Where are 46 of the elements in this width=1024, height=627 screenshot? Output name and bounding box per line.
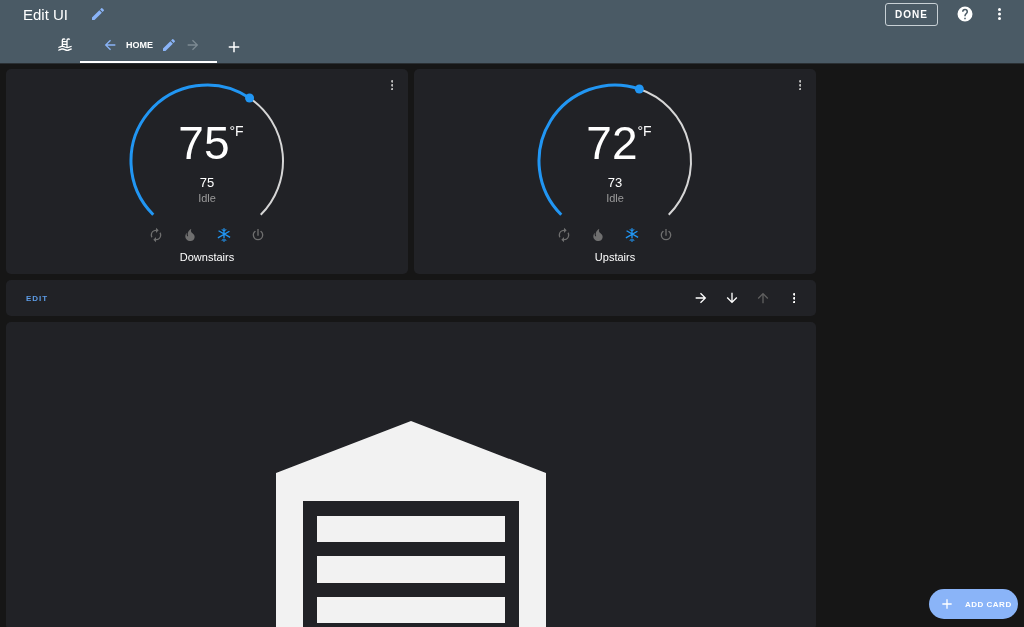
snowflake-icon (624, 227, 640, 243)
pencil-icon (161, 36, 177, 53)
menu-icon (390, 79, 394, 91)
flame-icon (590, 227, 606, 243)
cycle-arrows-icon (556, 227, 572, 243)
cool-mode-button[interactable] (216, 227, 232, 243)
pool-icon (57, 36, 73, 53)
cool-mode-button[interactable] (624, 227, 640, 243)
thermostat-name: Upstairs (594, 251, 636, 263)
flame-icon (182, 227, 198, 243)
target-temperature: 72 (586, 117, 638, 169)
rename-button[interactable] (90, 6, 106, 22)
heat-mode-button[interactable] (590, 227, 606, 243)
page-title: Edit UI (23, 5, 68, 23)
temperature-unit: °F (637, 123, 652, 139)
done-button[interactable]: DONE (885, 2, 938, 26)
hvac-status: Idle (198, 192, 216, 204)
help-icon (956, 5, 974, 23)
snowflake-icon (216, 227, 232, 243)
thermostat-name: Downstairs (179, 251, 235, 263)
heat-mode-button[interactable] (182, 227, 198, 243)
current-temperature: 73 (607, 175, 623, 190)
temperature-gauge[interactable] (129, 83, 284, 216)
current-temperature: 75 (199, 175, 215, 190)
auto-mode-button[interactable] (556, 227, 572, 243)
temperature-gauge[interactable] (537, 83, 692, 216)
view-tab[interactable]: HOME (80, 28, 217, 63)
hvac-status: Idle (606, 192, 624, 204)
auto-mode-button[interactable] (148, 227, 164, 243)
menu-icon (792, 292, 796, 304)
menu-icon (997, 8, 1001, 20)
temperature-unit: °F (229, 123, 244, 139)
off-mode-button[interactable] (250, 227, 266, 243)
tab-label: HOME (126, 39, 153, 50)
help-button[interactable] (956, 5, 974, 23)
cycle-arrows-icon (148, 227, 164, 243)
power-icon (658, 227, 674, 243)
power-icon (250, 227, 266, 243)
menu-icon (798, 79, 802, 91)
edit-view-button[interactable] (161, 36, 177, 53)
plus-icon (939, 596, 955, 612)
garage-icon (276, 421, 546, 627)
target-temperature: 75 (178, 117, 230, 169)
pencil-icon (90, 6, 106, 22)
edit-button[interactable]: EDIT (26, 293, 49, 303)
off-mode-button[interactable] (658, 227, 674, 243)
